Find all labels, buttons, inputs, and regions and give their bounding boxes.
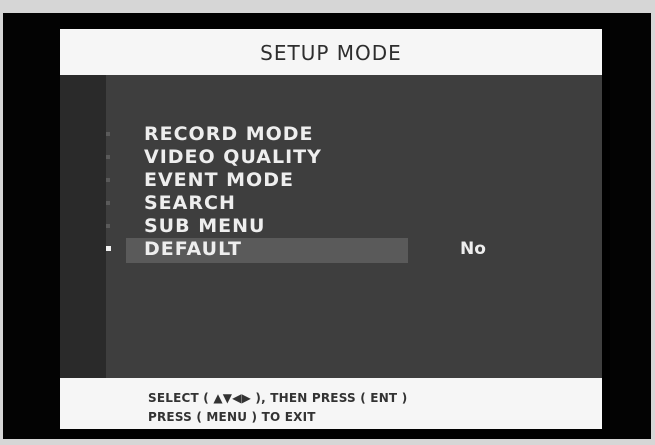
bullet-icon [106,224,110,228]
bullet-icon [106,155,110,159]
page-title: SETUP MODE [260,41,402,65]
menu-item-event-mode[interactable]: EVENT MODE [60,169,602,192]
instruction-select: SELECT ( ▲▼◀▶ ), THEN PRESS ( ENT ) [148,391,408,405]
bullet-icon [106,132,110,136]
monitor-bezel: SETUP MODE RECORD MODE VIDEO QUALITY EVE… [3,13,651,439]
menu-item-label: DEFAULT [144,238,243,260]
menu-item-default[interactable]: DEFAULT No [60,238,602,263]
menu-item-label: RECORD MODE [144,123,314,145]
menu-list: RECORD MODE VIDEO QUALITY EVENT MODE SEA… [60,123,602,263]
default-value[interactable]: No [460,238,486,261]
menu-item-label: SUB MENU [144,215,266,237]
bullet-icon [106,201,110,205]
menu-item-sub-menu[interactable]: SUB MENU [60,215,602,238]
osd-screen: SETUP MODE RECORD MODE VIDEO QUALITY EVE… [60,29,602,429]
instructions-footer: SELECT ( ▲▼◀▶ ), THEN PRESS ( ENT ) PRES… [60,378,602,429]
menu-area: RECORD MODE VIDEO QUALITY EVENT MODE SEA… [60,75,602,378]
bullet-icon [106,178,110,182]
menu-item-label: EVENT MODE [144,169,294,191]
menu-item-label: VIDEO QUALITY [144,146,322,168]
selected-bullet-icon [106,246,111,251]
menu-item-video-quality[interactable]: VIDEO QUALITY [60,146,602,169]
letterbox-left [3,13,60,439]
menu-item-record-mode[interactable]: RECORD MODE [60,123,602,146]
instruction-exit: PRESS ( MENU ) TO EXIT [148,410,316,424]
menu-item-label: SEARCH [144,192,236,214]
menu-item-search[interactable]: SEARCH [60,192,602,215]
title-bar: SETUP MODE [60,29,602,75]
letterbox-right [610,13,651,439]
